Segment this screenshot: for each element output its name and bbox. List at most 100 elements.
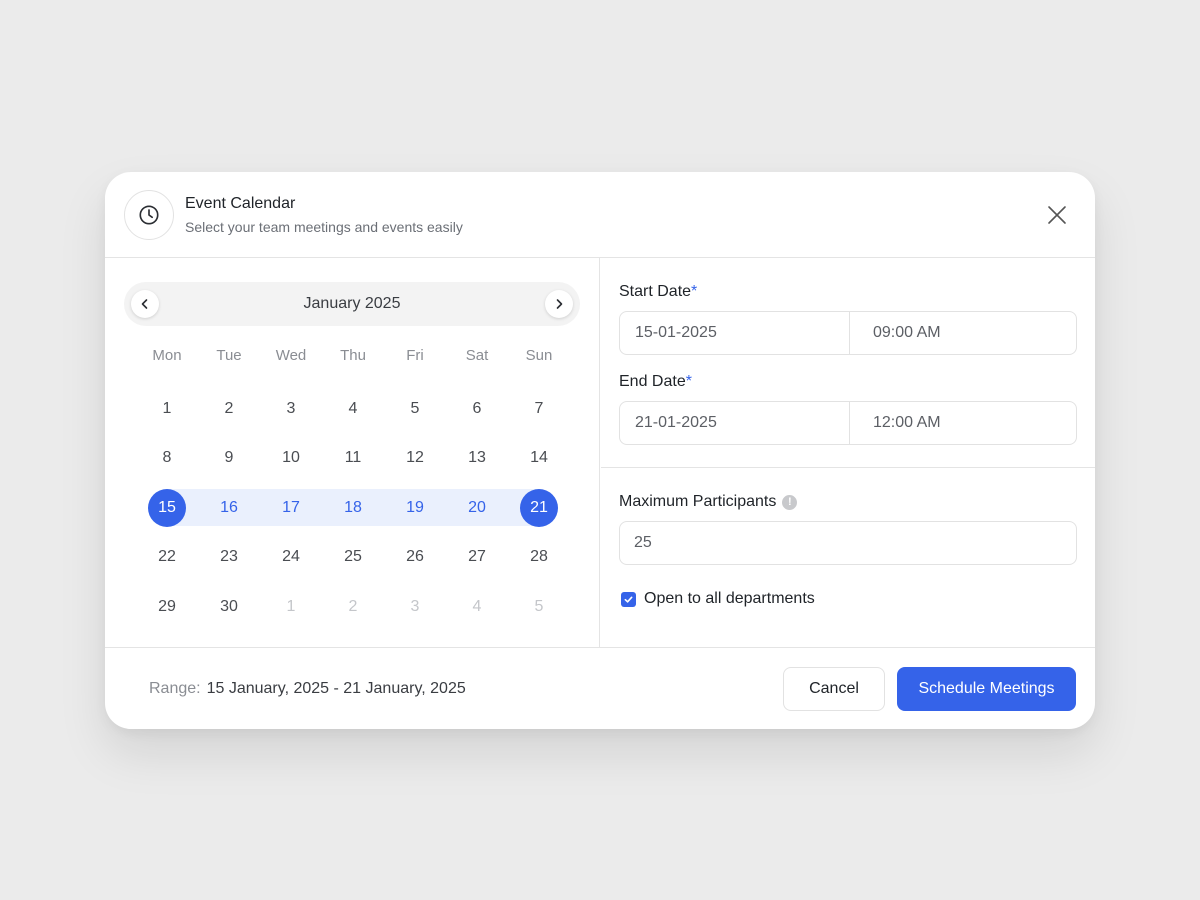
day-cell[interactable]: 14 (508, 434, 570, 484)
day-cell[interactable]: 29 (136, 582, 198, 632)
calendar-panel: January 2025 Mon Tue Wed Thu Fri Sat Sun 12345… (105, 258, 600, 647)
next-month-button[interactable] (545, 290, 573, 318)
day-number: 27 (468, 548, 486, 566)
day-cell[interactable]: 4 (322, 384, 384, 434)
close-icon (1048, 206, 1066, 224)
day-cell[interactable]: 27 (446, 533, 508, 583)
day-cell[interactable]: 10 (260, 434, 322, 484)
start-date-value[interactable]: 15-01-2025 (635, 324, 717, 342)
day-cell[interactable]: 24 (260, 533, 322, 583)
day-cell[interactable]: 17 (260, 483, 322, 533)
next-month-day-cell[interactable]: 5 (508, 582, 570, 632)
day-number: 1 (286, 597, 296, 615)
weekday-label: Sat (465, 347, 489, 364)
day-number: 1 (162, 399, 172, 417)
clock-icon (124, 190, 174, 240)
day-cell[interactable]: 2 (198, 384, 260, 434)
day-number: 29 (158, 597, 176, 615)
day-number: 13 (468, 449, 486, 467)
weekday-header: Mon Tue Wed Thu Fri Sat Sun (136, 347, 570, 369)
modal-title: Event Calendar (185, 195, 296, 212)
day-number: 3 (286, 399, 296, 417)
day-number: 2 (224, 399, 234, 417)
month-label: January 2025 (303, 295, 401, 312)
next-month-day-cell[interactable]: 2 (322, 582, 384, 632)
day-cell[interactable]: 28 (508, 533, 570, 583)
field-divider (849, 402, 850, 444)
max-participants-input[interactable] (619, 521, 1077, 565)
day-cell[interactable]: 8 (136, 434, 198, 484)
day-number: 8 (162, 449, 172, 467)
day-cell[interactable]: 16 (198, 483, 260, 533)
day-number: 2 (348, 597, 358, 615)
day-cell[interactable]: 19 (384, 483, 446, 533)
day-cell[interactable]: 30 (198, 582, 260, 632)
next-month-day-cell[interactable]: 1 (260, 582, 322, 632)
day-number: 23 (220, 548, 238, 566)
day-cell[interactable]: 7 (508, 384, 570, 434)
day-number: 10 (282, 449, 300, 467)
required-mark: * (691, 283, 698, 300)
day-cell[interactable]: 26 (384, 533, 446, 583)
day-cell[interactable]: 18 (322, 483, 384, 533)
cancel-button[interactable]: Cancel (783, 667, 885, 711)
range-summary: Range: 15 January, 2025 - 21 January, 202… (149, 680, 466, 698)
day-number: 12 (406, 449, 424, 467)
start-date-field[interactable]: 15-01-2025 09:00 AM (619, 311, 1077, 355)
end-time-value[interactable]: 12:00 AM (873, 414, 941, 432)
day-number: 20 (468, 498, 486, 516)
day-cell[interactable]: 1 (136, 384, 198, 434)
weekday-label: Mon (152, 347, 182, 364)
modal-subtitle: Select your team meetings and events eas… (185, 219, 463, 235)
range-prefix: Range: (149, 680, 201, 697)
weekday-label: Thu (340, 347, 366, 364)
day-cell[interactable]: 22 (136, 533, 198, 583)
day-number: 5 (534, 597, 544, 615)
day-number: 26 (406, 548, 424, 566)
end-date-field[interactable]: 21-01-2025 12:00 AM (619, 401, 1077, 445)
info-icon[interactable]: ! (782, 495, 798, 510)
day-cell[interactable]: 5 (384, 384, 446, 434)
day-cell[interactable]: 13 (446, 434, 508, 484)
schedule-meetings-button[interactable]: Schedule Meetings (897, 667, 1076, 711)
day-cell[interactable]: 20 (446, 483, 508, 533)
month-navigation: January 2025 (124, 282, 580, 326)
day-number: 19 (406, 498, 424, 516)
day-cell[interactable]: 12 (384, 434, 446, 484)
day-number: 6 (472, 399, 482, 417)
event-calendar-modal: Event Calendar Select your team meetings… (105, 172, 1095, 729)
weekday-label: Wed (275, 347, 307, 364)
modal-header: Event Calendar Select your team meetings… (105, 172, 1095, 258)
day-number: 24 (282, 548, 300, 566)
section-divider (601, 467, 1095, 468)
day-number: 18 (344, 498, 362, 516)
next-month-day-cell[interactable]: 3 (384, 582, 446, 632)
open-departments-checkbox[interactable] (621, 591, 636, 607)
start-date-label: Start Date* (619, 283, 698, 300)
day-cell[interactable]: 3 (260, 384, 322, 434)
day-cell[interactable]: 25 (322, 533, 384, 583)
end-date-value[interactable]: 21-01-2025 (635, 414, 717, 432)
day-number: 5 (410, 399, 420, 417)
day-cell[interactable]: 9 (198, 434, 260, 484)
open-departments-option[interactable]: Open to all departments (621, 590, 815, 608)
day-number: 14 (530, 449, 548, 467)
day-number: 3 (410, 597, 420, 615)
day-cell[interactable]: 6 (446, 384, 508, 434)
day-number: 4 (348, 399, 358, 417)
selected-day-cell[interactable]: 15 (136, 483, 198, 533)
day-number: 9 (224, 449, 234, 467)
day-number: 11 (344, 449, 362, 467)
next-month-day-cell[interactable]: 4 (446, 582, 508, 632)
day-number: 15 (158, 498, 176, 516)
chevron-right-icon (556, 299, 563, 309)
required-mark: * (685, 373, 692, 390)
weekday-label: Tue (216, 347, 242, 364)
day-cell[interactable]: 11 (322, 434, 384, 484)
close-button[interactable] (1041, 199, 1073, 231)
day-cell[interactable]: 23 (198, 533, 260, 583)
start-time-value[interactable]: 09:00 AM (873, 324, 941, 342)
selected-day-cell[interactable]: 21 (508, 483, 570, 533)
range-value: 15 January, 2025 - 21 January, 2025 (206, 680, 466, 697)
day-number: 21 (530, 498, 548, 516)
